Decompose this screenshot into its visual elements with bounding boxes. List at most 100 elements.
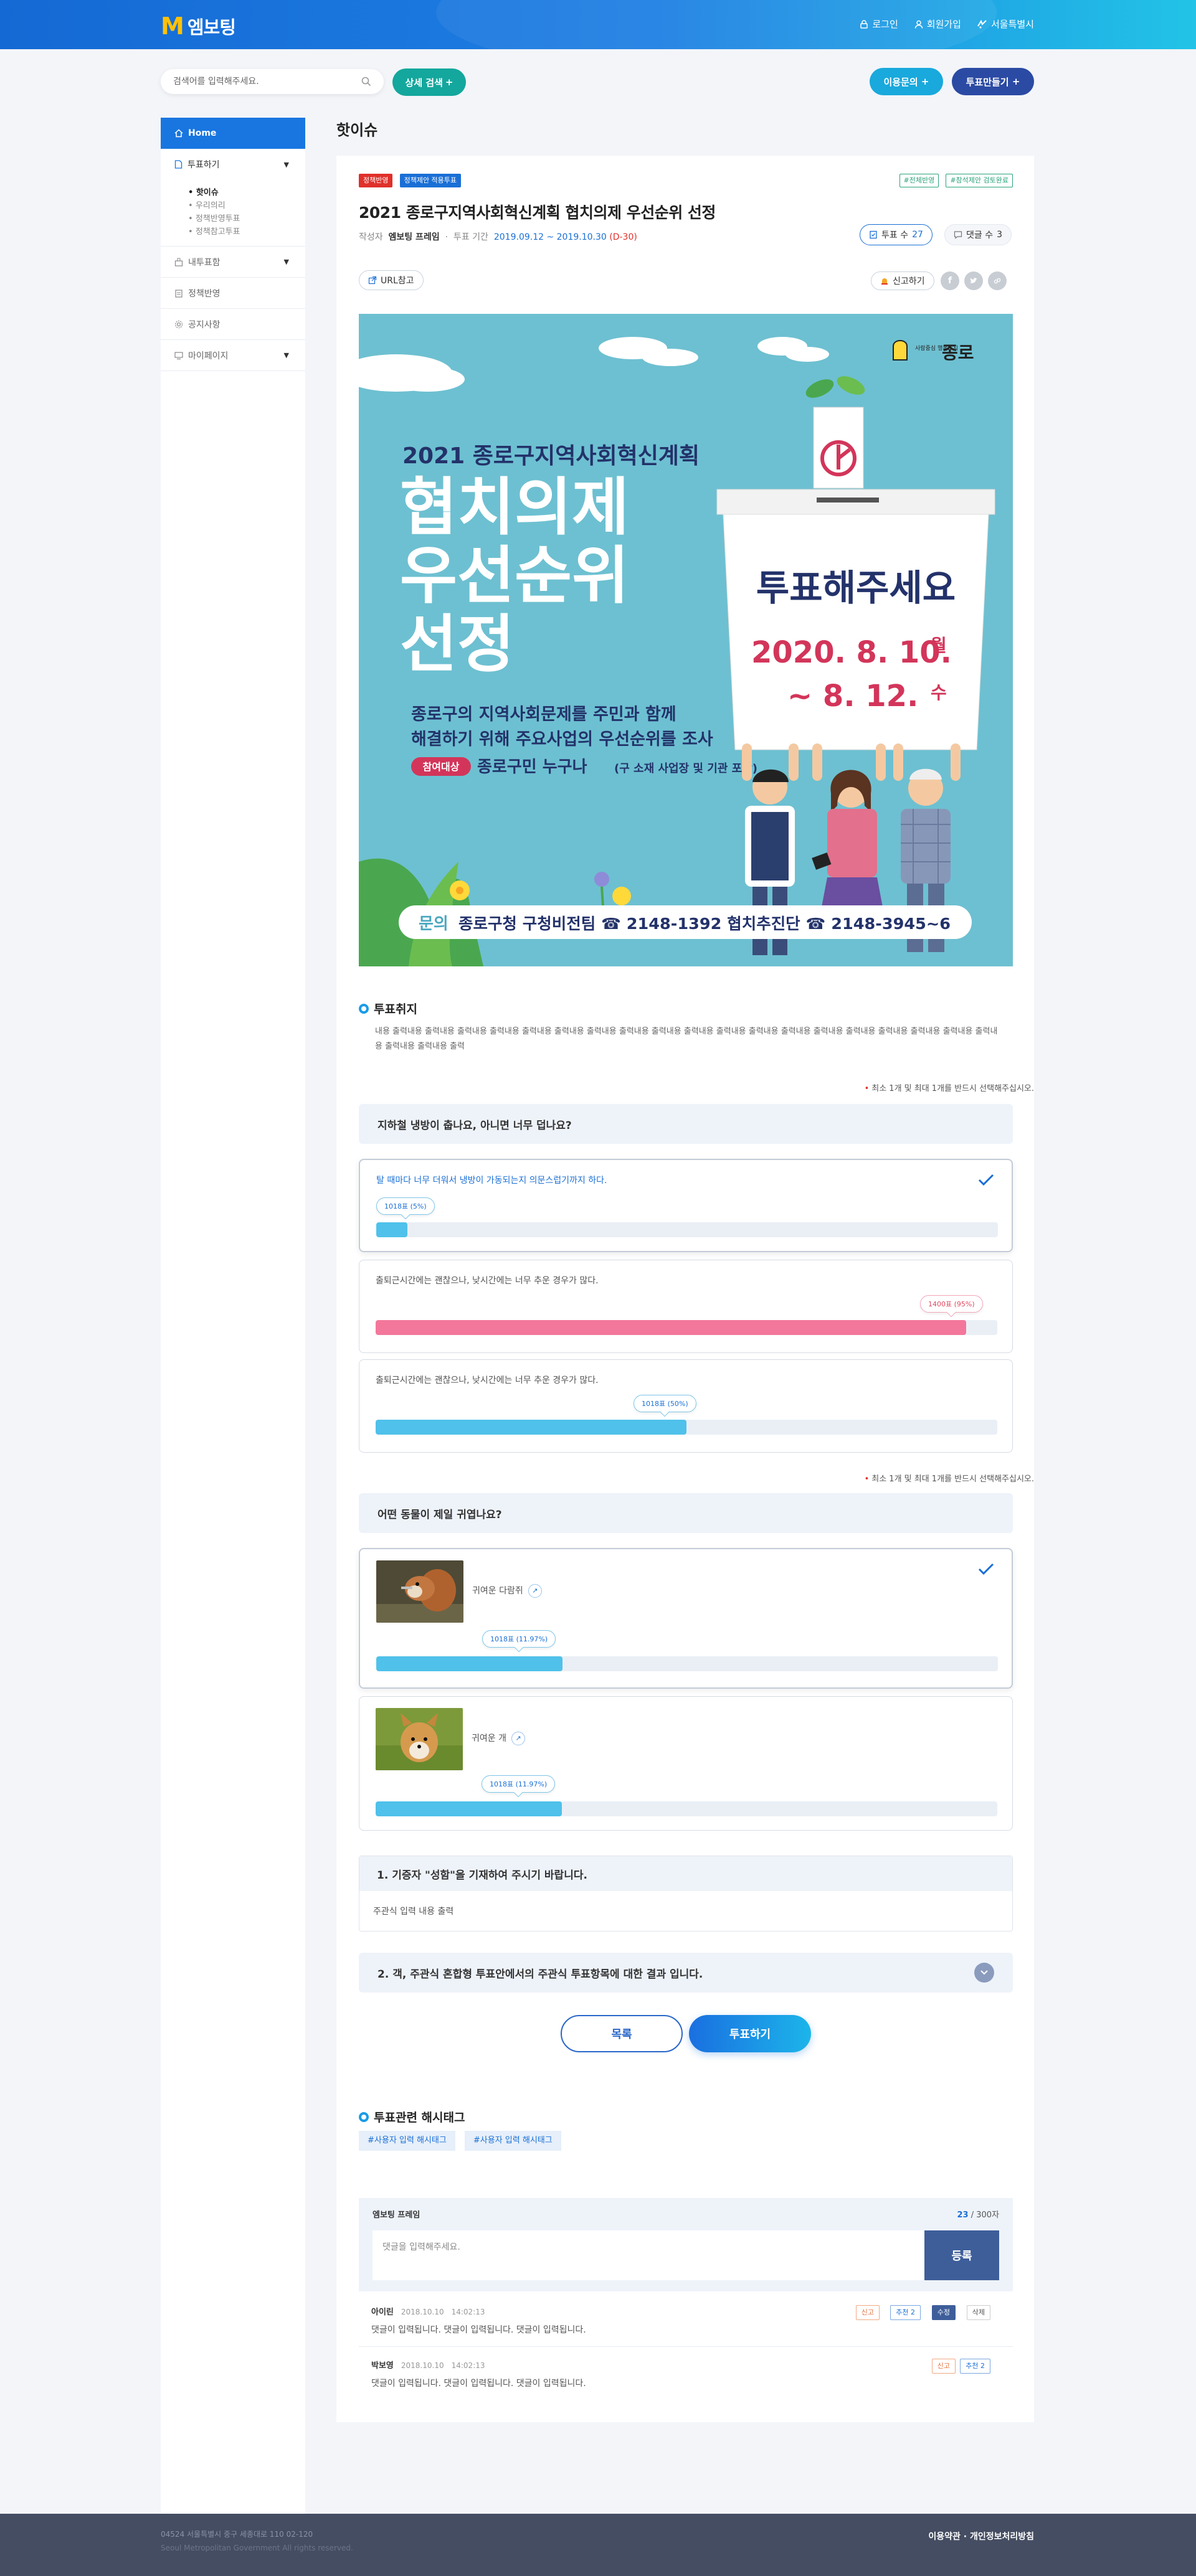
comment-date: 2018.10.10 [401,2361,444,2370]
external-link-icon[interactable]: ↗ [511,1732,525,1745]
sidebar-item-policy[interactable]: 정책반영 [161,278,305,309]
report-label: 신고하기 [893,276,925,286]
list-button-label: 목록 [611,2028,632,2041]
caret-down-icon[interactable]: ▼ [284,161,289,169]
comment-item: 박보영 2018.10.10 14:02:13 댓글이 입력됩니다. 댓글이 입력됩… [359,2359,1013,2389]
comment-submit-button[interactable]: 등록 [924,2230,999,2280]
gear-icon [174,320,183,328]
page-title: 핫이슈 [336,121,378,139]
footer-links[interactable]: 이용약관 · 개인정보처리방침 [928,2530,1034,2542]
signup-link[interactable]: 회원가입 [914,17,961,31]
seoul-link[interactable]: 서울특별시 [977,17,1034,31]
vote-button[interactable]: 투표하기 [689,2015,811,2052]
site-header: M 엠보팅 로그인 회원가입 서울특별시 [0,0,1196,49]
sidebar-item-my-vote[interactable]: 내투표함 ▼ [161,247,305,278]
submenu-item[interactable]: • 정책참고투표 [188,225,305,238]
post-meta: 작성자 엠보팅 프레임 · 투표 기간 2019.09.12 ~ 2019.10… [359,232,637,242]
comment-count-value: 3 [997,230,1003,240]
char-counter: 23 / 300자 [957,2208,999,2220]
caret-down-icon[interactable]: ▼ [284,351,289,359]
submenu-item[interactable]: • 우리의리 [188,199,305,212]
edit-comment-button[interactable]: 수정 [931,2305,956,2320]
sidebar-policy-label: 정책반영 [188,288,221,299]
vote-result-bubble: 1400표 (95%) [920,1295,983,1313]
vote-banner-image: 사람중심 행복도시 종로 2021 종로구지역사회혁신계획 협치의제 우선순위 … [359,314,1013,966]
q2-option-2[interactable]: 귀여운 개 ↗ 1018표 (11.97%) [359,1696,1013,1831]
question-2-text: 어떤 동물이 제일 귀엽나요? [377,1508,502,1521]
caret-down-icon[interactable]: ▼ [284,258,289,266]
q2-option-1[interactable]: 귀여운 다람쥐 ↗ 1018표 (11.97%) [359,1548,1013,1689]
report-button[interactable]: 신고하기 [871,271,934,290]
inquiry-label: 이용문의 [883,76,918,88]
list-button[interactable]: 목록 [561,2015,683,2052]
footer-address: 04524 서울특별시 중구 세종대로 110 02-120 [161,2530,313,2539]
sidebar-my-vote-label: 내투표함 [188,257,221,268]
sidebar-item-home[interactable]: Home [161,118,305,149]
recommend-button[interactable]: 추천 2 [960,2359,990,2374]
detail-search-label: 상세 검색 [405,77,443,88]
commenter-name: 박보영 [371,2361,394,2371]
result-bar-fill [376,1420,686,1435]
make-vote-button[interactable]: 투표만들기 + [952,68,1034,95]
sidebar-item-mypage[interactable]: 마이페이지 ▼ [161,340,305,371]
banner-big2: 우선순위 [400,539,629,612]
result-bar-fill [376,1656,563,1671]
search-input[interactable] [173,77,361,87]
siren-icon [881,278,888,285]
plus-icon: + [1012,76,1020,87]
site-footer: 04524 서울특별시 중구 세종대로 110 02-120 Seoul Met… [0,2514,1196,2576]
banner-illustration: 사람중심 행복도시 종로 2021 종로구지역사회혁신계획 협치의제 우선순위 … [359,314,1013,966]
banner-contact-label: 문의 [419,915,448,933]
vote-count-label: 투표 수 [881,230,909,240]
detail-search-button[interactable]: 상세 검색 + [392,68,466,96]
top-nav: 로그인 회원가입 서울특별시 [860,17,1034,31]
result-bar-fill [376,1222,407,1237]
checkmark-icon [978,1563,994,1575]
login-link[interactable]: 로그인 [860,17,898,31]
sidebar-item-notice[interactable]: 공지사항 [161,309,305,340]
url-reference-button[interactable]: URL참고 [359,270,424,290]
comment-input[interactable]: 댓글을 입력해주세요. [373,2230,926,2280]
subjective-question-2[interactable]: 2. 객, 주관식 혼합형 투표안에서의 주관식 투표항목에 대한 결과 입니다… [359,1953,1013,1993]
period-label: 투표 기간 [453,232,488,242]
chevron-down-icon[interactable] [974,1963,994,1983]
subjective-answer: 주관식 입력 내용 출력 [373,1907,454,1917]
subjective-question-text: 1. 기증자 "성함"을 기재하여 주시기 바랍니다. [359,1856,1012,1891]
sidebar-vote-label: 투표하기 [187,160,220,170]
submenu-item[interactable]: • 정책반영투표 [188,212,305,225]
banner-target: 종로구민 누구나 [477,758,587,776]
hashtag[interactable]: #사용자 입력 해시태그 [464,2131,561,2151]
comment-time: 14:02:13 [451,2308,485,2316]
facebook-share-icon[interactable]: f [941,271,959,290]
vote-icon [870,230,877,239]
status-tag: #전체반영 [899,174,939,187]
link-copy-icon[interactable] [988,271,1007,290]
recommend-button[interactable]: 추천 2 [890,2305,921,2320]
q1-option-2[interactable]: 출퇴근시간에는 괜찮으나, 낮시간에는 너무 추운 경우가 많다. 1400표 … [359,1260,1013,1353]
search-icon[interactable] [361,77,371,87]
banner-line1: 2021 종로구지역사회혁신계획 [402,443,700,469]
footer-address-block: 04524 서울특별시 중구 세종대로 110 02-120 Seoul Met… [161,2527,353,2555]
report-comment-button[interactable]: 신고 [855,2305,880,2320]
hashtag[interactable]: #사용자 입력 해시태그 [359,2131,455,2151]
submenu-item-hot[interactable]: • 핫이슈 [188,186,305,199]
twitter-share-icon[interactable] [964,271,983,290]
comment-item: 아이린 2018.10.10 14:02:13 댓글이 입력됩니다. 댓글이 입력됩… [359,2305,1013,2336]
checkmark-icon [978,1174,994,1186]
submenu-item-label: 정책참고투표 [195,227,240,237]
question-1-text: 지하철 냉방이 춥나요, 아니면 너무 덥나요? [377,1119,572,1132]
external-link-icon[interactable]: ↗ [528,1584,542,1598]
report-comment-button[interactable]: 신고 [931,2359,956,2374]
option-text: 귀여운 개 [472,1734,506,1743]
comment-divider [359,2346,1013,2347]
vote-result-bubble: 1018표 (5%) [376,1197,435,1215]
q1-option-1[interactable]: 탈 때마다 너무 더워서 냉방이 가동되는지 의문스럽기까지 하다. 1018표… [359,1159,1013,1252]
sidebar-item-vote[interactable]: 투표하기 ▼ [161,149,305,180]
site-logo[interactable]: M 엠보팅 [161,12,236,40]
make-vote-label: 투표만들기 [966,76,1009,88]
banner-day2: 수 [931,682,947,703]
banner-date2: ~ 8. 12. [787,679,918,714]
q1-option-3[interactable]: 출퇴근시간에는 괜찮으나, 낮시간에는 너무 추운 경우가 많다. 1018표 … [359,1359,1013,1453]
inquiry-button[interactable]: 이용문의 + [870,68,943,95]
delete-comment-button[interactable]: 삭제 [966,2305,990,2320]
